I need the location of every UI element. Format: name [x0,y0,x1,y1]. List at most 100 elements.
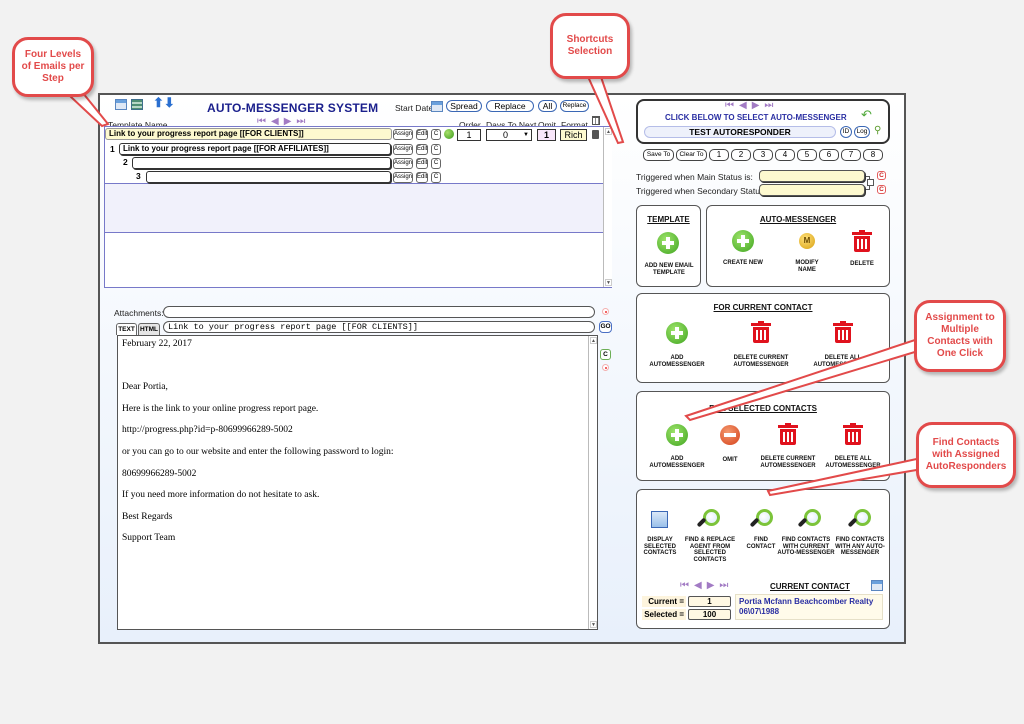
add-icon[interactable] [657,232,679,254]
assign-button[interactable]: Assign [393,172,413,183]
modify-name-label[interactable]: MODIFY NAME [787,260,827,273]
sort-arrows-icon[interactable]: ⬆⬇ [153,96,175,109]
prev-icon[interactable]: ◀ [739,101,747,111]
shortcut-1-button[interactable]: 1 [709,149,729,161]
spreadsheet-icon[interactable] [131,99,143,110]
last-icon[interactable]: ⏭ [719,581,728,591]
log-button[interactable]: Log [854,126,870,138]
spread-button[interactable]: Spread [446,100,482,112]
clear-to-button[interactable]: Clear To [676,149,707,161]
level-3-template-field[interactable] [146,171,391,183]
c-button[interactable]: C [431,158,441,169]
days-to-next-select[interactable]: 0 ▼ [486,129,532,141]
template-list-scrollbar[interactable]: ▲ ▼ [603,127,612,287]
shortcut-6-button[interactable]: 6 [819,149,839,161]
next-icon[interactable]: ▶ [707,581,715,591]
go-button[interactable]: GO [599,321,612,333]
template-name-main[interactable]: Link to your progress report page [[FOR … [105,128,392,140]
edit-button[interactable]: Edit [416,172,428,183]
trigger-main-field[interactable] [759,170,865,182]
magnifier-icon[interactable] [797,509,821,535]
magnifier-icon[interactable] [847,509,871,535]
find-contact-label[interactable]: FIND CONTACT [743,537,779,550]
magnifier-icon[interactable] [696,509,720,535]
c-button[interactable]: C [431,144,441,155]
delete-current-label[interactable]: DELETE CURRENT AUTOMESSENGER [755,456,821,469]
shortcut-8-button[interactable]: 8 [863,149,883,161]
assign-button[interactable]: Assign [393,144,413,155]
start-date-calendar-icon[interactable] [431,101,443,112]
delete-all-icon[interactable] [592,116,600,125]
subject-field[interactable]: Link to your progress report page [[FOR … [163,321,595,333]
shortcut-3-button[interactable]: 3 [753,149,773,161]
find-contacts-current-label[interactable]: FIND CONTACTS WITH CURRENT AUTO-MESSENGE… [777,537,835,557]
omit-icon[interactable] [720,425,740,445]
edit-button[interactable]: Edit [416,129,428,140]
first-icon[interactable]: ⏮ [725,101,734,111]
email-body-editor[interactable]: February 22, 2017 Dear Portia, Here is t… [117,335,598,630]
c-button[interactable]: C [431,129,441,140]
id-button[interactable]: ID [840,126,852,138]
level-2-template-field[interactable] [132,157,391,169]
search-icon[interactable]: ⚲ [874,125,881,136]
shortcut-2-button[interactable]: 2 [731,149,751,161]
magnifier-icon[interactable] [749,509,773,535]
modify-name-icon[interactable]: M [799,233,815,249]
editor-c-button[interactable]: C [600,349,611,360]
delete-current-icon[interactable] [778,423,798,445]
calendar-icon[interactable] [115,99,127,110]
selected-field[interactable]: 100 [688,609,731,620]
return-arrow-icon[interactable]: ↶ [861,108,872,121]
add-new-email-template-label[interactable]: ADD NEW EMAIL TEMPLATE [640,263,698,276]
current-field[interactable]: 1 [688,596,731,607]
clear-secondary-status-button[interactable]: C [877,185,886,194]
auto-messenger-select[interactable]: TEST AUTORESPONDER [644,126,836,138]
replace-button[interactable]: Replace [486,100,534,112]
add-automessenger-icon[interactable] [666,322,688,344]
delete-current-icon[interactable] [751,321,771,343]
editor-remove-icon[interactable] [602,364,609,371]
contact-calendar-icon[interactable] [871,580,883,591]
delete-all-label[interactable]: DELETE ALL AUTOMESSENGER [820,456,886,469]
shortcut-5-button[interactable]: 5 [797,149,817,161]
delete-all-icon[interactable] [833,321,853,343]
c-button[interactable]: C [431,172,441,183]
format-field[interactable]: Rich [560,129,587,141]
edit-button[interactable]: Edit [416,144,428,155]
trigger-secondary-field[interactable] [759,184,865,196]
omit-label[interactable]: OMIT [715,457,745,464]
all-button[interactable]: All [538,100,557,112]
save-to-button[interactable]: Save To [643,149,674,161]
edit-button[interactable]: Edit [416,158,428,169]
assign-button[interactable]: Assign [393,158,413,169]
display-contacts-icon[interactable] [651,511,668,528]
attachments-field[interactable] [163,306,595,318]
delete-all-icon[interactable] [843,423,863,445]
first-icon[interactable]: ⏮ [680,581,689,591]
find-replace-agent-label[interactable]: FIND & REPLACE AGENT FROM SELECTED CONTA… [684,537,736,563]
trash-icon[interactable] [592,130,599,139]
add-automessenger-icon[interactable] [666,424,688,446]
last-icon[interactable]: ⏭ [764,101,773,111]
find-contacts-any-label[interactable]: FIND CONTACTS WITH ANY AUTO-MESSENGER [831,537,889,557]
tab-text[interactable]: TEXT [116,323,137,335]
delete-label[interactable]: DELETE [842,261,882,268]
next-icon[interactable]: ▶ [752,101,760,111]
add-automessenger-label[interactable]: ADD AUTOMESSENGER [647,456,707,469]
display-selected-contacts-label[interactable]: DISPLAY SELECTED CONTACTS [642,537,678,557]
add-automessenger-label[interactable]: ADD AUTOMESSENGER [647,355,707,368]
level-1-template-field[interactable]: Link to your progress report page [[FOR … [119,143,391,155]
shortcut-4-button[interactable]: 4 [775,149,795,161]
delete-current-label[interactable]: DELETE CURRENT AUTOMESSENGER [728,355,794,368]
replace-small-button[interactable]: Replace [560,100,589,112]
omit-field[interactable]: 1 [537,129,556,141]
remove-attachment-icon[interactable] [602,308,609,315]
create-new-label[interactable]: CREATE NEW [718,260,768,267]
link-toggle[interactable] [867,179,874,186]
clear-main-status-button[interactable]: C [877,171,886,180]
editor-scrollbar[interactable]: ▲ ▼ [588,336,597,629]
contact-card[interactable]: Portia Mcfann Beachcomber Realty 06\07\1… [735,594,883,620]
shortcut-7-button[interactable]: 7 [841,149,861,161]
order-field[interactable]: 1 [457,129,481,141]
assign-button[interactable]: Assign [393,129,413,140]
